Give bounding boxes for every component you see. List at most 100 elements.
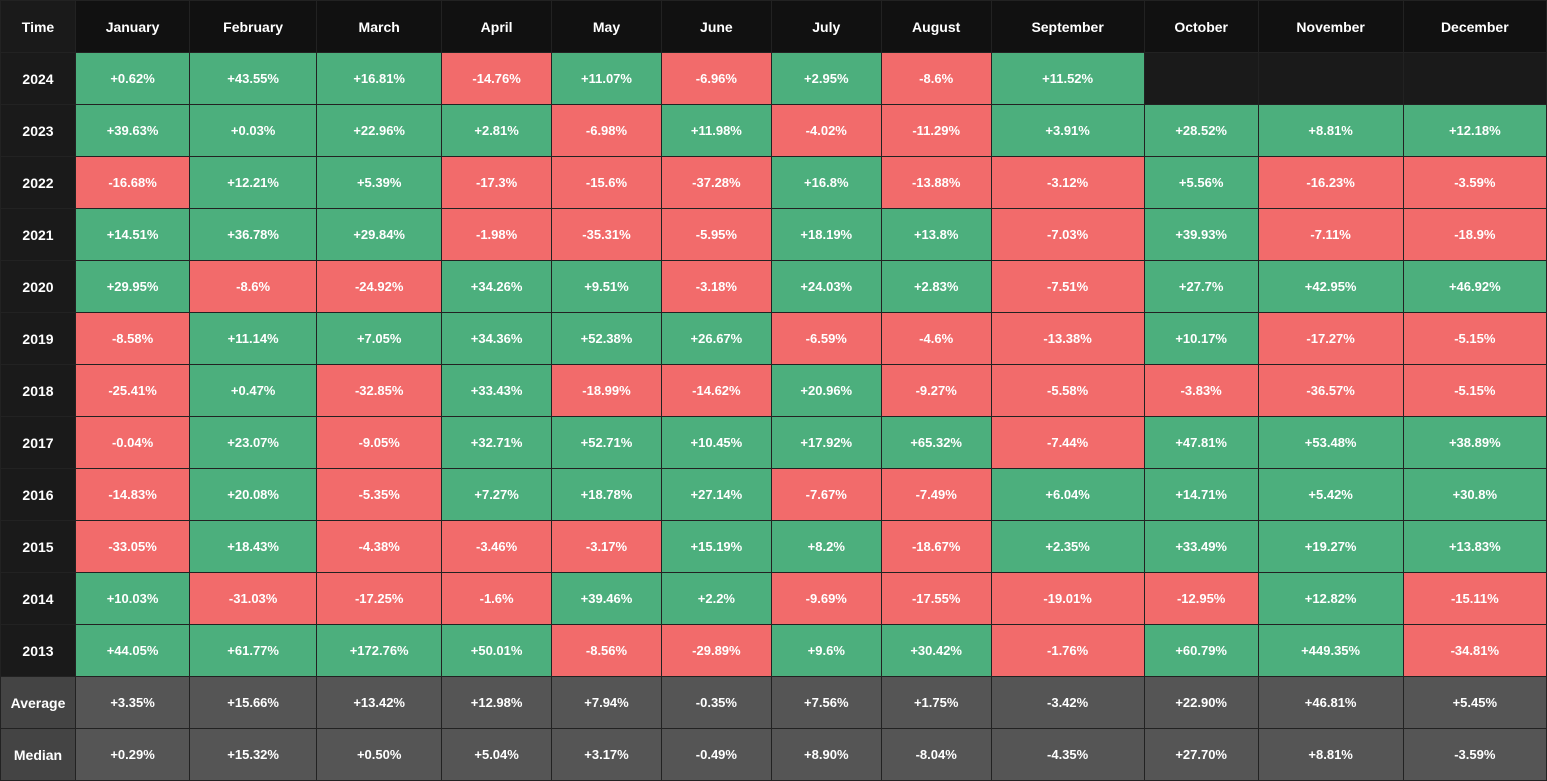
cell-2018-1: -25.41% xyxy=(76,365,190,417)
cell-2015-3: -4.38% xyxy=(317,521,442,573)
cell-2014-12: -15.11% xyxy=(1403,573,1546,625)
cell-2016-7: -7.67% xyxy=(771,469,881,521)
header-march: March xyxy=(317,1,442,53)
cell-2013-6: -29.89% xyxy=(661,625,771,677)
year-label: 2019 xyxy=(1,313,76,365)
cell-2024-4: -14.76% xyxy=(442,53,552,105)
cell-2017-2: +23.07% xyxy=(190,417,317,469)
cell-2013-2: +61.77% xyxy=(190,625,317,677)
cell-2019-2: +11.14% xyxy=(190,313,317,365)
cell-2024-6: -6.96% xyxy=(661,53,771,105)
cell-2020-5: +9.51% xyxy=(552,261,662,313)
cell-2013-5: -8.56% xyxy=(552,625,662,677)
median-cell-4: +5.04% xyxy=(442,729,552,781)
header-time: Time xyxy=(1,1,76,53)
cell-2020-8: +2.83% xyxy=(881,261,991,313)
cell-2021-4: -1.98% xyxy=(442,209,552,261)
cell-2023-3: +22.96% xyxy=(317,105,442,157)
cell-2016-4: +7.27% xyxy=(442,469,552,521)
data-row-2023: 2023+39.63%+0.03%+22.96%+2.81%-6.98%+11.… xyxy=(1,105,1547,157)
cell-2023-9: +3.91% xyxy=(991,105,1144,157)
data-row-2021: 2021+14.51%+36.78%+29.84%-1.98%-35.31%-5… xyxy=(1,209,1547,261)
cell-2023-7: -4.02% xyxy=(771,105,881,157)
data-row-2015: 2015-33.05%+18.43%-4.38%-3.46%-3.17%+15.… xyxy=(1,521,1547,573)
cell-2021-3: +29.84% xyxy=(317,209,442,261)
cell-2022-3: +5.39% xyxy=(317,157,442,209)
cell-2024-5: +11.07% xyxy=(552,53,662,105)
cell-2020-9: -7.51% xyxy=(991,261,1144,313)
data-row-2020: 2020+29.95%-8.6%-24.92%+34.26%+9.51%-3.1… xyxy=(1,261,1547,313)
cell-2015-12: +13.83% xyxy=(1403,521,1546,573)
cell-2021-2: +36.78% xyxy=(190,209,317,261)
cell-2013-1: +44.05% xyxy=(76,625,190,677)
cell-2017-5: +52.71% xyxy=(552,417,662,469)
monthly-returns-table: TimeJanuaryFebruaryMarchAprilMayJuneJuly… xyxy=(0,0,1547,781)
data-row-2018: 2018-25.41%+0.47%-32.85%+33.43%-18.99%-1… xyxy=(1,365,1547,417)
cell-2023-8: -11.29% xyxy=(881,105,991,157)
cell-2016-11: +5.42% xyxy=(1258,469,1403,521)
year-label: 2017 xyxy=(1,417,76,469)
cell-2016-5: +18.78% xyxy=(552,469,662,521)
cell-2014-2: -31.03% xyxy=(190,573,317,625)
cell-2013-8: +30.42% xyxy=(881,625,991,677)
data-row-2019: 2019-8.58%+11.14%+7.05%+34.36%+52.38%+26… xyxy=(1,313,1547,365)
header-row: TimeJanuaryFebruaryMarchAprilMayJuneJuly… xyxy=(1,1,1547,53)
cell-2020-12: +46.92% xyxy=(1403,261,1546,313)
year-label: 2018 xyxy=(1,365,76,417)
average-cell-7: +7.56% xyxy=(771,677,881,729)
cell-2019-1: -8.58% xyxy=(76,313,190,365)
cell-2018-2: +0.47% xyxy=(190,365,317,417)
cell-2018-6: -14.62% xyxy=(661,365,771,417)
cell-2022-2: +12.21% xyxy=(190,157,317,209)
cell-2021-1: +14.51% xyxy=(76,209,190,261)
cell-2019-6: +26.67% xyxy=(661,313,771,365)
cell-2015-6: +15.19% xyxy=(661,521,771,573)
average-cell-4: +12.98% xyxy=(442,677,552,729)
cell-2018-8: -9.27% xyxy=(881,365,991,417)
header-august: August xyxy=(881,1,991,53)
cell-2014-1: +10.03% xyxy=(76,573,190,625)
cell-2015-9: +2.35% xyxy=(991,521,1144,573)
cell-2018-12: -5.15% xyxy=(1403,365,1546,417)
cell-2016-10: +14.71% xyxy=(1144,469,1258,521)
cell-2014-5: +39.46% xyxy=(552,573,662,625)
header-may: May xyxy=(552,1,662,53)
cell-2024-8: -8.6% xyxy=(881,53,991,105)
cell-2024-12 xyxy=(1403,53,1546,105)
cell-2014-6: +2.2% xyxy=(661,573,771,625)
cell-2015-10: +33.49% xyxy=(1144,521,1258,573)
cell-2013-9: -1.76% xyxy=(991,625,1144,677)
average-cell-2: +15.66% xyxy=(190,677,317,729)
data-row-2017: 2017-0.04%+23.07%-9.05%+32.71%+52.71%+10… xyxy=(1,417,1547,469)
cell-2023-6: +11.98% xyxy=(661,105,771,157)
year-label: 2016 xyxy=(1,469,76,521)
cell-2023-4: +2.81% xyxy=(442,105,552,157)
cell-2017-9: -7.44% xyxy=(991,417,1144,469)
cell-2023-5: -6.98% xyxy=(552,105,662,157)
cell-2022-7: +16.8% xyxy=(771,157,881,209)
year-label: 2022 xyxy=(1,157,76,209)
cell-2020-10: +27.7% xyxy=(1144,261,1258,313)
average-label: Average xyxy=(1,677,76,729)
cell-2013-12: -34.81% xyxy=(1403,625,1546,677)
cell-2019-7: -6.59% xyxy=(771,313,881,365)
average-row: Average+3.35%+15.66%+13.42%+12.98%+7.94%… xyxy=(1,677,1547,729)
cell-2016-9: +6.04% xyxy=(991,469,1144,521)
cell-2015-5: -3.17% xyxy=(552,521,662,573)
median-label: Median xyxy=(1,729,76,781)
cell-2018-4: +33.43% xyxy=(442,365,552,417)
cell-2021-5: -35.31% xyxy=(552,209,662,261)
cell-2021-8: +13.8% xyxy=(881,209,991,261)
year-label: 2021 xyxy=(1,209,76,261)
year-label: 2013 xyxy=(1,625,76,677)
cell-2019-3: +7.05% xyxy=(317,313,442,365)
cell-2014-4: -1.6% xyxy=(442,573,552,625)
year-label: 2015 xyxy=(1,521,76,573)
cell-2019-8: -4.6% xyxy=(881,313,991,365)
cell-2017-6: +10.45% xyxy=(661,417,771,469)
cell-2024-7: +2.95% xyxy=(771,53,881,105)
median-row: Median+0.29%+15.32%+0.50%+5.04%+3.17%-0.… xyxy=(1,729,1547,781)
cell-2020-7: +24.03% xyxy=(771,261,881,313)
cell-2021-6: -5.95% xyxy=(661,209,771,261)
median-cell-1: +0.29% xyxy=(76,729,190,781)
